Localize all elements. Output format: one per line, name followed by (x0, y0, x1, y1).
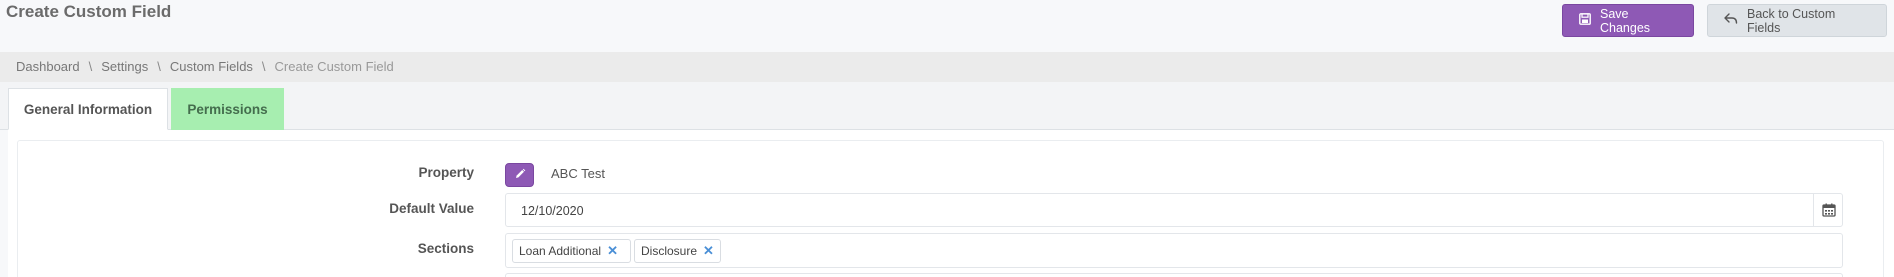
save-changes-label: Save Changes (1600, 6, 1651, 35)
edit-property-button[interactable] (505, 163, 534, 187)
section-chip: Disclosure ✕ (634, 239, 721, 263)
section-chip-label: Loan Additional (519, 244, 602, 258)
default-value-label: Default Value (389, 201, 474, 216)
page-header: Create Custom Field Save Changes Back to… (0, 0, 1894, 52)
sections-multiselect[interactable]: Loan Additional ✕ Disclosure ✕ (505, 233, 1843, 268)
close-icon[interactable]: ✕ (703, 243, 714, 259)
breadcrumb-current: Create Custom Field (274, 59, 394, 74)
tab-bar: General Information Permissions (0, 82, 1894, 130)
reply-arrow-icon (1724, 13, 1738, 28)
breadcrumb-separator: \ (88, 59, 93, 74)
calendar-divider (1813, 194, 1814, 226)
next-form-field[interactable] (505, 273, 1843, 277)
save-changes-button[interactable]: Save Changes (1562, 4, 1694, 37)
close-icon[interactable]: ✕ (607, 243, 618, 259)
page-title: Create Custom Field (6, 2, 172, 21)
breadcrumb: Dashboard \ Settings \ Custom Fields \ C… (16, 59, 394, 74)
breadcrumb-dashboard[interactable]: Dashboard (16, 59, 80, 74)
breadcrumb-settings[interactable]: Settings (101, 59, 148, 74)
breadcrumb-separator: \ (261, 59, 266, 74)
property-label: Property (418, 165, 474, 180)
floppy-disk-icon (1579, 13, 1591, 28)
back-to-custom-fields-label: Back to Custom Fields (1747, 6, 1836, 35)
tab-permissions[interactable]: Permissions (171, 88, 284, 130)
tab-general-information[interactable]: General Information (8, 88, 168, 130)
property-value: ABC Test (551, 166, 605, 181)
default-value-date-input[interactable]: 12/10/2020 (505, 193, 1843, 227)
breadcrumb-bar: Dashboard \ Settings \ Custom Fields \ C… (0, 52, 1894, 82)
breadcrumb-custom-fields[interactable]: Custom Fields (170, 59, 253, 74)
back-to-custom-fields-button[interactable]: Back to Custom Fields (1707, 4, 1887, 37)
sections-label: Sections (417, 241, 474, 256)
section-chip-label: Disclosure (641, 244, 698, 258)
calendar-icon[interactable] (1822, 203, 1836, 220)
pencil-icon (514, 168, 526, 183)
section-chip: Loan Additional ✕ (512, 239, 631, 263)
default-value-text: 12/10/2020 (521, 204, 584, 218)
breadcrumb-separator: \ (157, 59, 161, 74)
